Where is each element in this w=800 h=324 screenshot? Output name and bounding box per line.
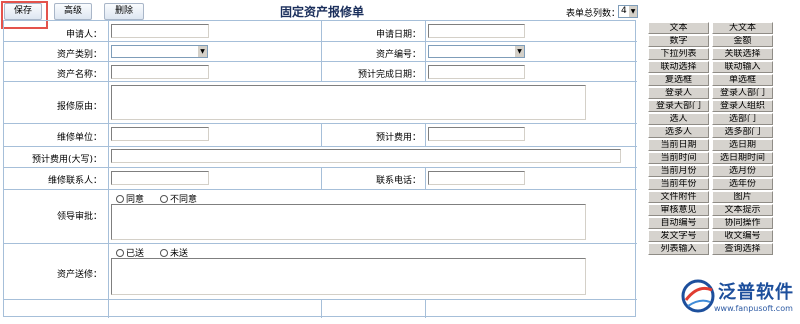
- palette-button[interactable]: 选月份: [712, 165, 773, 177]
- grid-line: [4, 146, 637, 147]
- expected-finish-date-label: 预计完成日期：: [357, 70, 421, 80]
- palette-button[interactable]: 协同操作: [712, 217, 773, 229]
- asset-name-label: 资产名称：: [56, 70, 102, 80]
- form-title: 固定资产报修单: [279, 5, 364, 19]
- grid-line: [425, 299, 426, 318]
- leader-approval-textarea[interactable]: [111, 204, 586, 240]
- grid-line: [4, 189, 637, 190]
- palette-button[interactable]: 发文字号: [648, 230, 709, 242]
- palette-button[interactable]: 文本提示: [712, 204, 773, 216]
- palette-button[interactable]: 文本: [648, 22, 709, 34]
- column-count-value: 4: [621, 6, 627, 16]
- palette-button[interactable]: 当前年份: [648, 178, 709, 190]
- palette-button[interactable]: 选日期: [712, 139, 773, 151]
- repair-contact-label: 维修联系人：: [47, 176, 102, 186]
- palette-button[interactable]: 选年份: [712, 178, 773, 190]
- logo-icon: [681, 279, 715, 313]
- palette-button[interactable]: 自动编号: [648, 217, 709, 229]
- palette-button[interactable]: 图片: [712, 191, 773, 203]
- palette-button[interactable]: 金额: [712, 35, 773, 47]
- palette-button[interactable]: 选人: [648, 113, 709, 125]
- grid-line: [108, 21, 109, 318]
- apply-date-label: 申请日期：: [375, 30, 421, 40]
- radio-circle-icon: [116, 249, 124, 257]
- palette-button[interactable]: 登录人: [648, 87, 709, 99]
- palette-button[interactable]: 当前日期: [648, 139, 709, 151]
- palette-button[interactable]: 审核意见: [648, 204, 709, 216]
- asset-category-select[interactable]: ▼: [111, 45, 208, 58]
- radio-circle-icon: [160, 195, 168, 203]
- grid-line: [4, 243, 637, 244]
- palette-button[interactable]: 数字: [648, 35, 709, 47]
- applicant-input[interactable]: [111, 24, 209, 38]
- grid-line: [4, 81, 637, 82]
- palette-button[interactable]: 登录人部门: [712, 87, 773, 99]
- asset-delivery-label: 资产送修：: [56, 270, 102, 280]
- delete-button[interactable]: 删除: [104, 3, 144, 20]
- asset-name-input[interactable]: [111, 65, 209, 79]
- estimated-cost-upper-label: 预计费用(大写)：: [31, 155, 102, 165]
- repair-reason-label: 报修原由：: [56, 102, 102, 112]
- repair-unit-input[interactable]: [111, 127, 209, 141]
- estimated-cost-label: 预计费用：: [375, 133, 421, 143]
- asset-category-label: 资产类别：: [56, 50, 102, 60]
- palette-button[interactable]: 关联选择: [712, 48, 773, 60]
- palette-button[interactable]: 查询选择: [712, 243, 773, 255]
- palette-button[interactable]: 收文编号: [712, 230, 773, 242]
- palette-button[interactable]: 大文本: [712, 22, 773, 34]
- logo-name: 泛普软件: [718, 282, 794, 303]
- grid-line: [321, 299, 322, 318]
- contact-phone-input[interactable]: [428, 171, 525, 185]
- chevron-down-icon: ▼: [515, 46, 524, 57]
- palette-button[interactable]: 登录大部门: [648, 100, 709, 112]
- grid-line: [4, 41, 637, 42]
- repair-unit-label: 维修单位：: [56, 133, 102, 143]
- palette-button[interactable]: 文件附件: [648, 191, 709, 203]
- brand-logo: 泛普软件 www.fanpusoft.com: [676, 276, 800, 324]
- grid-line: [4, 299, 637, 300]
- palette-button[interactable]: 复选框: [648, 74, 709, 86]
- estimated-cost-input[interactable]: [428, 127, 525, 141]
- save-button[interactable]: 保存: [4, 3, 42, 20]
- asset-delivery-textarea[interactable]: [111, 258, 586, 295]
- grid-line: [425, 167, 426, 189]
- grid-line: [4, 123, 637, 124]
- palette-button[interactable]: 选多部门: [712, 126, 773, 138]
- toolbar: 保存 高级 删除 固定资产报修单 表单总列数： 4 ▼: [0, 0, 800, 29]
- palette-button[interactable]: 联动选择: [648, 61, 709, 73]
- grid-line: [425, 21, 426, 81]
- palette-button[interactable]: 当前时间: [648, 152, 709, 164]
- palette-button[interactable]: 联动输入: [712, 61, 773, 73]
- expected-finish-date-input[interactable]: [428, 65, 525, 79]
- chevron-down-icon: ▼: [629, 6, 637, 17]
- palette-button[interactable]: 单选框: [712, 74, 773, 86]
- advanced-button[interactable]: 高级: [54, 3, 92, 20]
- repair-reason-textarea[interactable]: [111, 85, 586, 120]
- asset-code-label: 资产编号：: [375, 50, 421, 60]
- chevron-down-icon: ▼: [198, 46, 207, 57]
- grid-line: [425, 123, 426, 146]
- column-count-label: 表单总列数：: [566, 9, 621, 19]
- radio-circle-icon: [116, 195, 124, 203]
- column-count-select[interactable]: 4 ▼: [618, 5, 638, 18]
- radio-circle-icon: [160, 249, 168, 257]
- contact-phone-label: 联系电话：: [375, 176, 421, 186]
- logo-url: www.fanpusoft.com: [714, 304, 793, 313]
- palette-button[interactable]: 选多人: [648, 126, 709, 138]
- palette-button[interactable]: 选部门: [712, 113, 773, 125]
- palette-button[interactable]: 当前月份: [648, 165, 709, 177]
- repair-contact-input[interactable]: [111, 171, 209, 185]
- palette-button[interactable]: 列表输入: [648, 243, 709, 255]
- palette-button[interactable]: 登录人组织: [712, 100, 773, 112]
- form-table: 申请人： 申请日期： 资产类别： ▼ 资产编号： ▼ 资产名称： 预计完成日期：…: [3, 20, 637, 318]
- palette-button[interactable]: 选日期时间: [712, 152, 773, 164]
- grid-line: [4, 61, 637, 62]
- leader-approval-label: 领导审批：: [56, 212, 102, 222]
- grid-line: [4, 167, 637, 168]
- applicant-label: 申请人：: [65, 30, 102, 40]
- asset-code-select[interactable]: ▼: [428, 45, 525, 58]
- palette-button[interactable]: 下拉列表: [648, 48, 709, 60]
- apply-date-input[interactable]: [428, 24, 525, 38]
- estimated-cost-upper-input[interactable]: [111, 149, 621, 163]
